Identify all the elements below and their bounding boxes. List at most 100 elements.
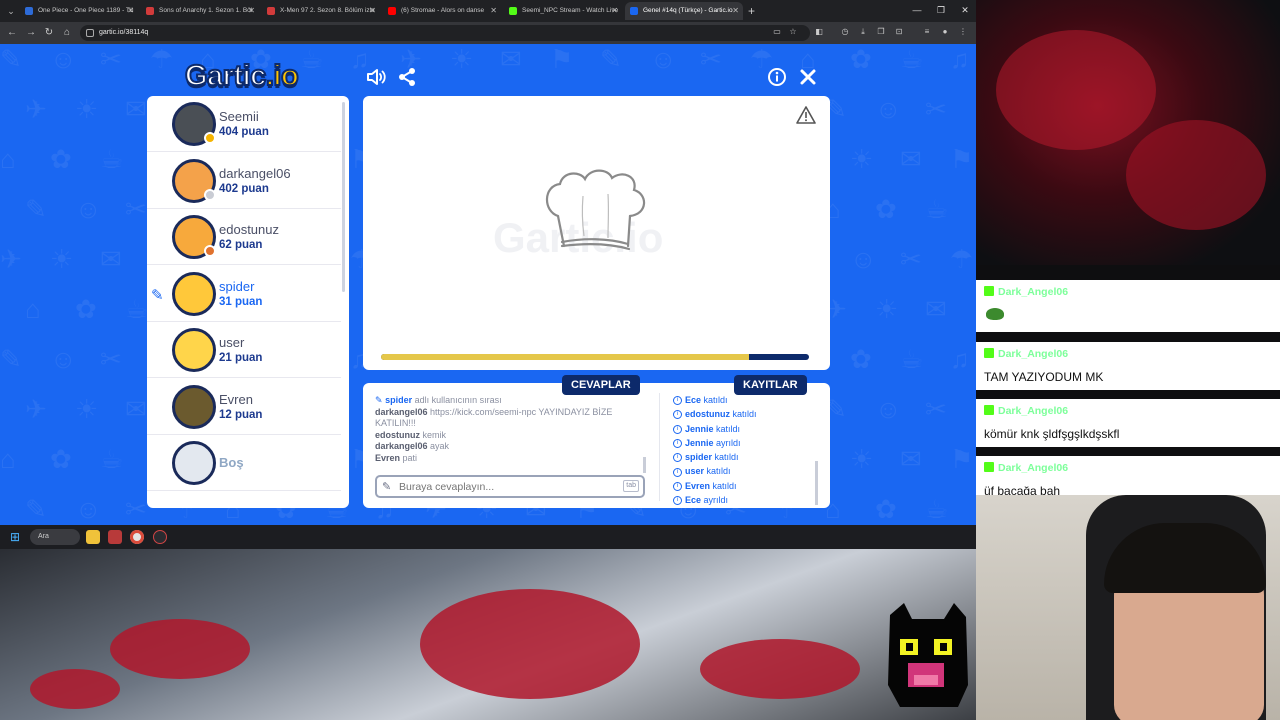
player-row[interactable]: darkangel06 402 puan: [147, 153, 341, 209]
answer-field[interactable]: ✎ tab: [375, 475, 645, 498]
background-doodle-icon: ✎: [25, 194, 47, 224]
download-icon[interactable]: ⤓: [858, 27, 868, 37]
extensions-icon[interactable]: ◧: [814, 27, 824, 37]
tab-close-icon[interactable]: ✕: [611, 2, 618, 20]
background-doodle-icon: ☕: [100, 444, 124, 474]
home-icon[interactable]: ⌂: [60, 25, 74, 41]
browser-menu-icon[interactable]: ⋮: [958, 27, 968, 37]
back-icon[interactable]: ←: [5, 25, 19, 41]
background-doodle-icon: ☺: [875, 94, 902, 124]
log-action: ayrıldı: [703, 495, 729, 505]
browser-tab[interactable]: (6) Stromae - Alors on danse ✕: [383, 2, 501, 20]
close-icon[interactable]: [797, 66, 819, 88]
background-doodle-icon: ☕: [125, 294, 149, 324]
windows-start-icon[interactable]: ⊞: [10, 531, 22, 543]
tab-close-icon[interactable]: ✕: [248, 2, 255, 20]
history-icon[interactable]: ◷: [840, 27, 850, 37]
log-user: Jennie: [685, 437, 714, 448]
kick-badge-icon: [984, 348, 994, 358]
pencil-icon: ✎: [382, 481, 392, 493]
chrome-icon[interactable]: [130, 530, 144, 544]
cast-icon[interactable]: ▭: [772, 27, 782, 37]
chat-panel: CEVAPLAR KAYITLAR ✎ spider adlı kullanıc…: [363, 375, 830, 508]
tab-answers[interactable]: CEVAPLAR: [562, 375, 640, 395]
background-doodle-icon: ☺: [50, 44, 77, 74]
background-doodle-icon: ☂: [150, 44, 174, 74]
background-doodle-icon: ✿: [50, 444, 72, 474]
background-doodle-icon: ⚑: [950, 444, 974, 474]
browser-tab[interactable]: Seemi_NPC Stream - Watch Live ✕: [504, 2, 622, 20]
info-icon: i: [673, 439, 682, 449]
player-row[interactable]: ✎ spider 31 puan: [147, 266, 341, 322]
answer-input[interactable]: [399, 479, 614, 494]
answers-scrollbar[interactable]: [643, 457, 646, 473]
background-doodle-icon: ✿: [75, 294, 97, 324]
browser-tab[interactable]: One Piece - One Piece 1189 - Tü ✕: [20, 2, 138, 20]
message-text: adlı kullanıcının sırası: [414, 395, 502, 405]
background-doodle-icon: ✉: [925, 294, 947, 324]
answer-message: edostunuz kemik: [375, 430, 645, 442]
tab-logs[interactable]: KAYITLAR: [734, 375, 807, 395]
player-row[interactable]: user 21 puan: [147, 322, 341, 378]
background-doodle-icon: ✂: [100, 344, 122, 374]
player-avatar: [172, 271, 216, 316]
message-text: pati: [402, 452, 418, 463]
copy-icon[interactable]: ❐: [876, 27, 886, 37]
player-row[interactable]: Evren 12 puan: [147, 379, 341, 435]
tab-search-chevron-icon[interactable]: ⌄: [4, 4, 18, 18]
file-explorer-icon[interactable]: [86, 530, 100, 544]
browser-tab[interactable]: X-Men 97 2. Sezon 8. Bölüm izle ✕: [262, 2, 380, 20]
background-doodle-icon: ✈: [25, 394, 47, 424]
tab-close-icon[interactable]: ✕: [490, 2, 497, 20]
maximize-button[interactable]: ❐: [931, 2, 951, 18]
bookmark-star-icon[interactable]: ☆: [788, 27, 798, 37]
desktop-wallpaper: [0, 549, 976, 720]
log-user: edostunuz: [685, 409, 730, 420]
background-doodle-icon: ✂: [925, 94, 947, 124]
message-user: Evren: [375, 452, 401, 463]
tab-title: X-Men 97 2. Sezon 8. Bölüm izle: [280, 7, 375, 14]
background-doodle-icon: ⌂: [0, 444, 16, 474]
reload-icon[interactable]: ↻: [42, 25, 56, 41]
browser-tab[interactable]: Sons of Anarchy 1. Sezon 1. Böl ✕: [141, 2, 259, 20]
site-info-icon[interactable]: [86, 29, 94, 37]
chat-username: Dark_Angel06: [998, 286, 1069, 298]
info-icon[interactable]: [766, 66, 788, 88]
settings-app-icon[interactable]: [153, 530, 167, 544]
stream-chat-message: Dark_Angel06: [976, 280, 1280, 332]
info-icon: i: [673, 467, 682, 477]
player-row[interactable]: edostunuz 62 puan: [147, 209, 341, 265]
forward-icon[interactable]: →: [24, 25, 38, 41]
share-icon[interactable]: [396, 66, 418, 88]
tab-close-icon[interactable]: ✕: [127, 2, 134, 20]
url-text: gartic.io/38114q: [99, 29, 149, 36]
taskbar-search[interactable]: Ara: [30, 529, 80, 545]
tab-title: Seemi_NPC Stream - Watch Live: [522, 7, 619, 14]
app-icon[interactable]: [108, 530, 122, 544]
tab-close-icon[interactable]: ✕: [369, 2, 376, 20]
logs-scrollbar[interactable]: [815, 461, 818, 505]
players-scrollbar[interactable]: [342, 102, 345, 292]
tab-favicon-icon: [146, 7, 154, 15]
background-doodle-icon: ✂: [125, 194, 147, 224]
tab-close-icon[interactable]: ✕: [732, 2, 739, 20]
reading-list-icon[interactable]: ≡: [922, 27, 932, 37]
drawing-canvas[interactable]: Gartic.io: [363, 96, 830, 370]
player-name: spider: [219, 278, 255, 294]
player-row[interactable]: Boş: [147, 435, 341, 491]
logs-list: i Ece katıldı i edostunuz katıldı i Jennie ka…: [673, 393, 815, 505]
sound-icon[interactable]: [365, 66, 387, 88]
new-tab-button[interactable]: +: [748, 3, 755, 19]
screenshot-icon[interactable]: ⊡: [894, 27, 904, 37]
minimize-button[interactable]: —: [907, 2, 927, 18]
window-close-button[interactable]: ✕: [955, 2, 975, 18]
player-row[interactable]: Seemii 404 puan: [147, 96, 341, 152]
stream-artwork: [976, 0, 1280, 265]
chef-hat-drawing: [545, 169, 646, 251]
report-warning-icon[interactable]: [796, 106, 816, 129]
background-doodle-icon: ✉: [500, 44, 522, 74]
browser-tab[interactable]: Genel #14q (Türkçe) - Gartic.io ✕: [625, 2, 743, 20]
address-bar[interactable]: gartic.io/38114q: [80, 25, 810, 41]
player-name: user: [219, 335, 245, 350]
profile-avatar-icon[interactable]: ●: [940, 27, 950, 37]
